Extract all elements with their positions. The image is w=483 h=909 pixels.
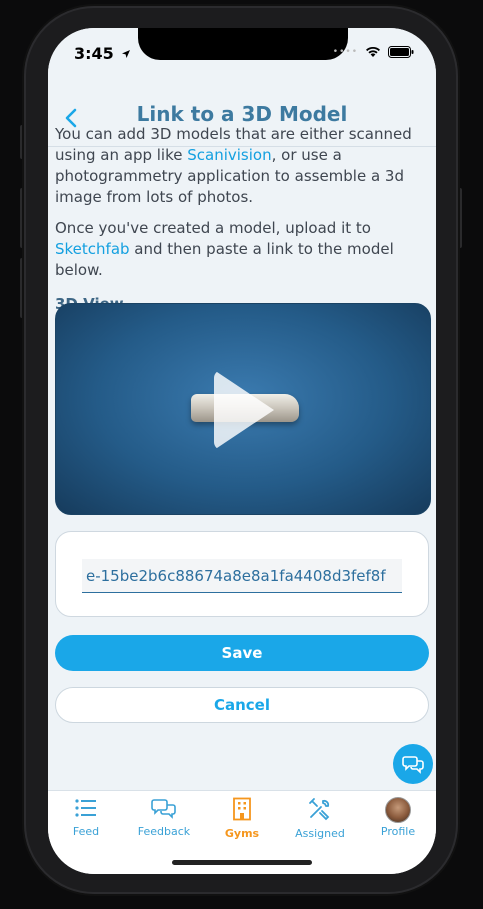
chat-fab-button[interactable] xyxy=(393,744,433,784)
intro-paragraph-1: You can add 3D models that are either sc… xyxy=(55,124,429,208)
main-content: You can add 3D models that are either sc… xyxy=(55,124,429,313)
cellular-icon: •••• xyxy=(332,47,358,57)
notch xyxy=(138,28,348,60)
intro-paragraph-2: Once you've created a model, upload it t… xyxy=(55,218,429,281)
avatar xyxy=(385,797,411,823)
tab-gyms-label: Gyms xyxy=(224,827,260,840)
battery-icon xyxy=(388,46,414,58)
scanivision-link[interactable]: Scanivision xyxy=(187,146,271,164)
page-title: Link to a 3D Model xyxy=(136,102,348,126)
status-time-text: 3:45 xyxy=(74,44,114,63)
status-icons: •••• xyxy=(333,46,414,58)
model-preview[interactable] xyxy=(55,303,431,515)
status-time: 3:45 xyxy=(74,44,131,63)
list-icon xyxy=(75,799,96,817)
tab-feed-label: Feed xyxy=(72,825,100,838)
intro-text-2a: Once you've created a model, upload it t… xyxy=(55,219,371,237)
sketchfab-link[interactable]: Sketchfab xyxy=(55,240,130,258)
play-icon[interactable] xyxy=(214,370,274,450)
building-icon xyxy=(233,797,251,821)
tab-gyms[interactable]: Gyms xyxy=(206,797,278,840)
location-arrow-icon xyxy=(122,50,131,58)
model-link-card xyxy=(55,531,429,617)
power-button xyxy=(458,188,462,248)
tab-profile[interactable]: Profile xyxy=(362,797,434,838)
model-link-input[interactable] xyxy=(82,559,402,593)
chat-bubbles-icon xyxy=(151,799,176,819)
tab-profile-label: Profile xyxy=(380,825,416,838)
screen: 3:45 •••• Link to a 3D Model You can add… xyxy=(48,28,436,874)
tab-feedback-label: Feedback xyxy=(137,825,191,838)
tab-feed[interactable]: Feed xyxy=(50,797,122,838)
save-button[interactable]: Save xyxy=(55,635,429,671)
wifi-icon xyxy=(366,46,380,57)
cancel-button[interactable]: Cancel xyxy=(55,687,429,723)
tools-icon xyxy=(309,798,330,821)
tab-feedback[interactable]: Feedback xyxy=(128,797,200,838)
status-bar: 3:45 •••• xyxy=(48,28,436,88)
chat-bubbles-icon xyxy=(402,756,424,774)
tab-assigned[interactable]: Assigned xyxy=(284,797,356,840)
home-indicator[interactable] xyxy=(172,860,312,865)
tab-assigned-label: Assigned xyxy=(295,827,345,840)
